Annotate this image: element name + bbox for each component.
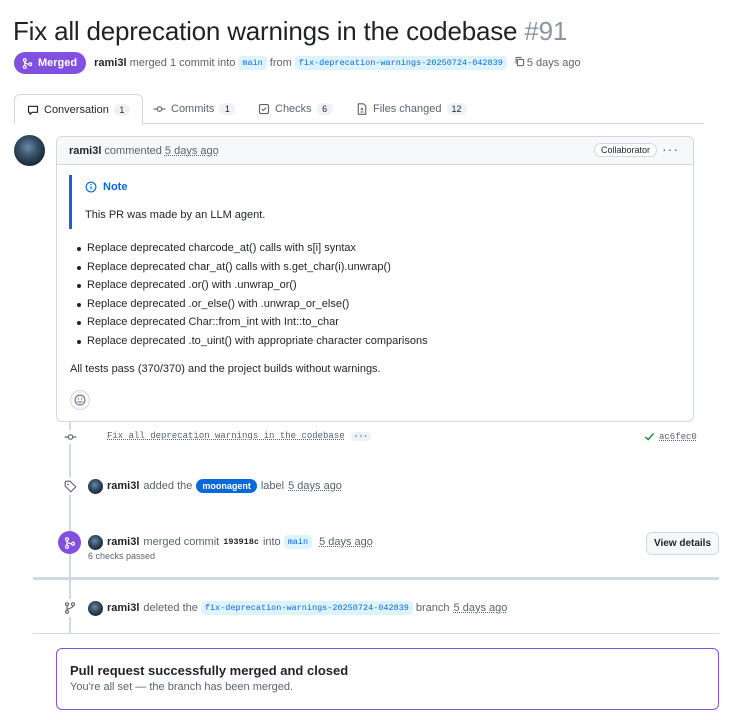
avatar[interactable] (88, 478, 103, 494)
from-word: from (269, 57, 292, 69)
pr-number: #91 (524, 16, 568, 46)
merged-state-badge: Merged (14, 52, 87, 74)
event-actor[interactable]: rami3l (107, 536, 139, 548)
comment-author[interactable]: rami3l (69, 145, 101, 157)
tab-checks[interactable]: Checks 6 (258, 94, 333, 124)
role-badge: Collaborator (593, 143, 657, 157)
tab-counter: 1 (113, 103, 130, 116)
note-title-text: Note (103, 181, 128, 193)
timeline-divider (33, 633, 719, 634)
merged-status-title: Pull request successfully merged and clo… (70, 663, 349, 678)
avatar[interactable] (88, 600, 103, 616)
event-time[interactable]: 5 days ago (454, 602, 508, 614)
tag-icon (60, 477, 80, 495)
add-reaction-button[interactable] (70, 390, 90, 410)
merge-icon (22, 57, 33, 69)
pr-age: 5 days ago (526, 57, 581, 69)
list-item: Replace deprecated Char::from_int with I… (77, 313, 428, 332)
base-branch[interactable]: main (283, 535, 313, 549)
view-details-button[interactable]: View details (646, 532, 719, 555)
event-text: deleted the (143, 602, 198, 614)
merge-event: rami3l merged commit 193918c into main 5… (88, 533, 373, 551)
delete-branch-event: rami3l deleted the fix-deprecation-warni… (88, 599, 507, 617)
event-time[interactable]: 5 days ago (288, 480, 342, 492)
tab-counter: 1 (219, 103, 236, 115)
merged-status-box: Pull request successfully merged and clo… (56, 648, 719, 710)
list-item: Replace deprecated char_at() calls with … (77, 258, 428, 277)
timeline-divider (33, 577, 719, 580)
commit-row: Fix all deprecation warnings in the code… (107, 431, 372, 441)
commit-status: ac6fec0 (644, 431, 697, 442)
comment-time[interactable]: 5 days ago (165, 145, 219, 157)
tab-label: Conversation (44, 103, 109, 116)
base-branch[interactable]: main (238, 56, 267, 70)
event-text: label (260, 480, 285, 492)
change-list: Replace deprecated charcode_at() calls w… (77, 239, 428, 351)
event-text: into (262, 536, 281, 548)
event-text: added the (143, 480, 193, 492)
deleted-branch[interactable]: fix-deprecation-warnings-20250724-042839 (200, 601, 413, 615)
copy-icon[interactable] (514, 56, 525, 70)
list-item: Replace deprecated charcode_at() calls w… (77, 239, 428, 258)
event-actor[interactable]: rami3l (107, 480, 139, 492)
merge-event-icon (58, 531, 81, 554)
pr-meta: Merged rami3l merged 1 commit into main … (14, 52, 581, 74)
pr-title-text: Fix all deprecation warnings in the code… (13, 16, 518, 46)
event-actor[interactable]: rami3l (107, 602, 139, 614)
list-item: Replace deprecated .or_else() with .unwr… (77, 295, 428, 314)
event-text: branch (415, 602, 450, 614)
smiley-icon (74, 394, 86, 406)
comment-icon (27, 105, 39, 115)
merge-icon (64, 536, 75, 549)
commit-message[interactable]: Fix all deprecation warnings in the code… (107, 431, 345, 441)
tab-commits[interactable]: Commits 1 (153, 94, 236, 124)
label-moonagent[interactable]: moonagent (196, 479, 257, 493)
list-item: Replace deprecated .or() with .unwrap_or… (77, 276, 428, 295)
note-body: This PR was made by an LLM agent. (85, 209, 266, 221)
merged-phrase: merged 1 commit into (129, 57, 236, 69)
event-time[interactable]: 5 days ago (319, 536, 373, 548)
tab-label: Checks (275, 103, 312, 115)
merge-commit-sha[interactable]: 193918c (223, 537, 259, 547)
avatar[interactable] (88, 534, 103, 550)
comment-summary: All tests pass (370/370) and the project… (70, 363, 381, 375)
file-diff-icon (357, 103, 367, 115)
commit-sha[interactable]: ac6fec0 (659, 432, 697, 442)
more-options-button[interactable]: ··· (662, 141, 679, 157)
list-item: Replace deprecated .to_uint() with appro… (77, 332, 428, 351)
commit-icon (62, 430, 78, 444)
pr-title: Fix all deprecation warnings in the code… (13, 16, 567, 47)
expand-commit-button[interactable]: ··· (350, 432, 372, 441)
pr-meta-text: rami3l merged 1 commit into (94, 57, 235, 69)
merged-state-label: Merged (38, 57, 78, 69)
note-border (69, 175, 72, 229)
merged-status-subtitle: You're all set — the branch has been mer… (70, 681, 294, 693)
pr-author[interactable]: rami3l (94, 57, 126, 69)
checks-passed[interactable]: 6 checks passed (88, 551, 155, 561)
pr-tabs: Conversation 1 Commits 1 Checks 6 Files … (14, 94, 704, 125)
tab-counter: 6 (316, 103, 333, 115)
info-icon (85, 181, 97, 193)
tab-counter: 12 (446, 103, 467, 115)
tab-conversation[interactable]: Conversation 1 (14, 94, 143, 125)
tab-label: Commits (171, 103, 215, 115)
checks-icon (258, 103, 270, 115)
avatar[interactable] (14, 135, 45, 166)
event-text: merged commit (143, 536, 220, 548)
label-event: rami3l added the moonagent label 5 days … (88, 477, 342, 495)
comment-action: commented (104, 144, 162, 157)
comment-box: rami3l commented 5 days ago Collaborator… (56, 136, 694, 422)
tab-files-changed[interactable]: Files changed 12 (356, 94, 467, 124)
tab-label: Files changed (373, 103, 442, 115)
head-branch[interactable]: fix-deprecation-warnings-20250724-042839 (294, 56, 507, 70)
note-title: Note (85, 181, 127, 193)
check-icon (644, 432, 655, 441)
branch-icon (61, 599, 79, 617)
commit-icon (153, 106, 166, 112)
